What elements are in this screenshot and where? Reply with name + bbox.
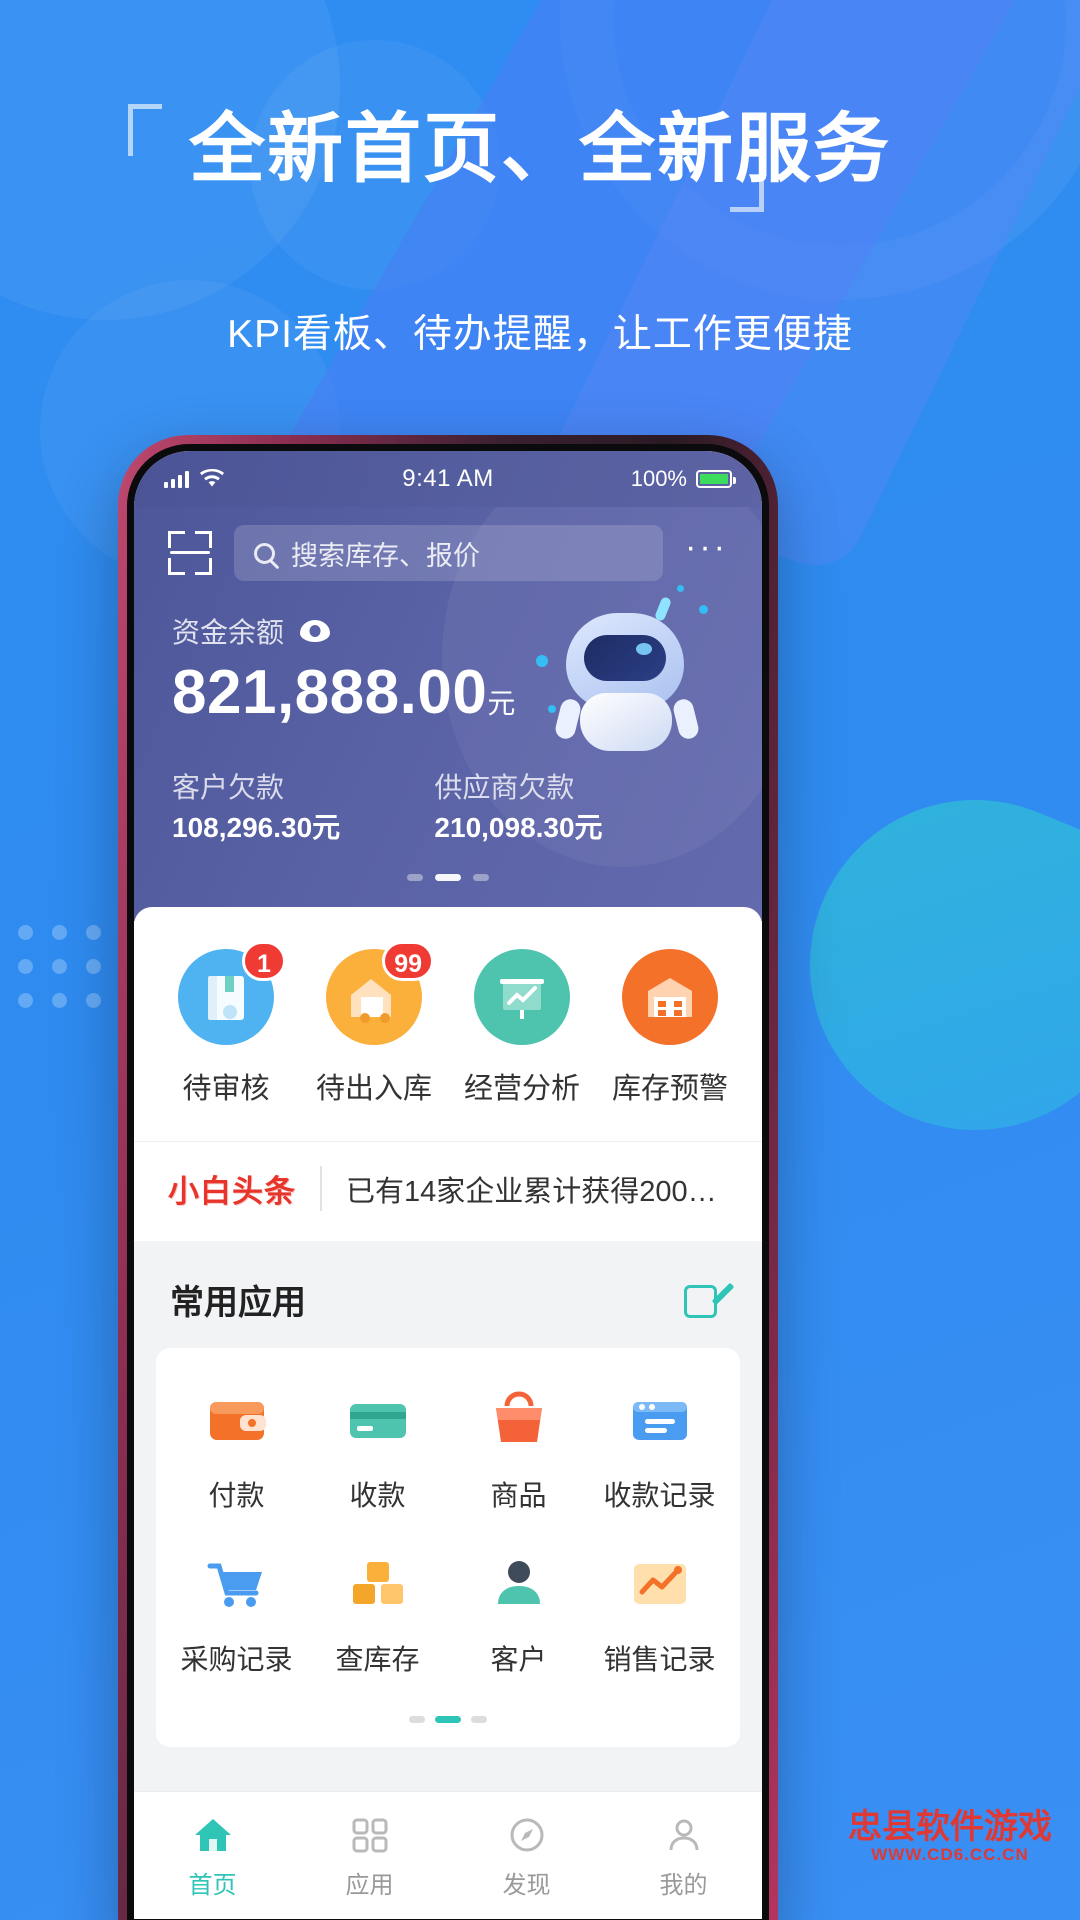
app-label: 收款记录 [603,1480,716,1511]
tab-discover[interactable]: 发现 [448,1811,605,1900]
balance-hero: 搜索库存、报价 ··· 资金余额 821,888.00元 客户欠款108,296… [134,507,762,921]
app-item-purchase-records[interactable]: 采购记录 [166,1546,307,1678]
quick-action-label: 库存预警 [611,1073,728,1105]
search-placeholder: 搜索库存、报价 [291,540,480,571]
compass-icon [448,1811,605,1859]
news-headline: 已有14家企业累计获得2000万的数… [346,1175,728,1208]
tab-label: 我的 [659,1872,708,1899]
watermark: 忠县软件游戏 WWW.CD6.CC.CN [848,1810,1052,1864]
customer-debt-label: 客户欠款 [172,772,285,803]
wifi-icon [200,469,224,487]
tab-home[interactable]: 首页 [134,1811,291,1900]
tab-label: 发现 [502,1872,551,1899]
quick-action-label: 经营分析 [463,1073,580,1105]
apps-row: 付款 收款 商品 收款记录 [166,1382,730,1546]
news-banner[interactable]: 小白头条 已有14家企业累计获得2000万的数… [134,1141,762,1241]
app-item-payment[interactable]: 付款 [166,1382,307,1514]
grid-apps-icon [291,1811,448,1859]
app-item-sales-records[interactable]: 销售记录 [589,1546,730,1678]
app-label: 查库存 [335,1644,420,1675]
balance-label: 资金余额 [172,617,285,648]
tab-label: 首页 [188,1872,237,1899]
phone-bezel: 9:41 AM 100% 搜索库存、报价 ··· 资金余额 821,888.00… [127,444,769,1920]
quick-action-pending-stock[interactable]: 99 待出入库 [300,941,448,1107]
shopping-bag-icon [482,1382,556,1456]
app-label: 商品 [490,1480,547,1511]
quick-action-pending-review[interactable]: 1 待审核 [152,941,300,1107]
status-right: 100% [630,466,736,492]
quick-action-label: 待审核 [182,1073,270,1105]
scan-icon[interactable] [168,531,212,575]
tab-profile[interactable]: 我的 [605,1811,762,1900]
app-label: 收款 [349,1480,406,1511]
customer-debt[interactable]: 客户欠款 108,296.30元 [172,766,434,846]
signal-bars-icon [164,470,189,488]
warehouse-alert-icon [622,949,718,1045]
robot-mascot-icon [536,585,710,765]
common-apps-grid: 付款 收款 商品 收款记录 采购记录 查库存 客户 销售记录 [156,1348,740,1747]
app-label: 销售记录 [603,1644,716,1675]
quick-action-stock-alert[interactable]: 库存预警 [596,949,744,1107]
apps-carousel-dots[interactable] [166,1710,730,1731]
battery-percent-label: 100% [630,466,687,491]
deco-teal-blob [760,750,1080,1180]
page-title: 全新首页、全新服务 [189,107,891,192]
app-item-customer[interactable]: 客户 [448,1546,589,1678]
customer-debt-value: 108,296.30元 [172,812,341,843]
chart-board-icon [474,949,570,1045]
page-subtitle: KPI看板、待办提醒，让工作更便捷 [227,313,853,356]
app-label: 采购记录 [180,1644,293,1675]
badge-count: 99 [382,941,434,981]
status-bar: 9:41 AM 100% [134,451,762,507]
common-apps-header: 常用应用 [134,1241,762,1330]
search-icon [254,542,275,564]
shopping-cart-icon [200,1546,274,1620]
news-logo: 小白头条 [168,1166,322,1211]
apps-row: 采购记录 查库存 客户 销售记录 [166,1546,730,1710]
wallet-icon [200,1382,274,1456]
edit-icon[interactable] [684,1279,735,1321]
tab-apps[interactable]: 应用 [291,1811,448,1900]
quick-action-business-analysis[interactable]: 经营分析 [448,949,596,1107]
eye-icon[interactable] [300,620,331,642]
receipt-card-icon [623,1382,697,1456]
home-icon [134,1811,291,1859]
app-item-receive[interactable]: 收款 [307,1382,448,1514]
profile-icon [605,1811,762,1859]
phone-screen: 9:41 AM 100% 搜索库存、报价 ··· 资金余额 821,888.00… [134,451,762,1919]
tab-label: 应用 [345,1872,394,1899]
bottom-tab-bar: 首页 应用 发现 我的 [134,1791,762,1919]
line-chart-icon [623,1546,697,1620]
status-left [164,469,225,489]
app-label: 付款 [208,1480,265,1511]
watermark-line1: 忠县软件游戏 [848,1808,1052,1847]
section-title: 常用应用 [170,1284,306,1322]
battery-icon [696,470,736,488]
credit-card-icon [341,1382,415,1456]
app-label: 客户 [490,1644,547,1675]
quick-actions: 1 待审核 99 待出入库 经营分析 库存预警 [134,907,762,1141]
balance-amount-value: 821,888.00 [172,658,488,727]
phone-mockup: 9:41 AM 100% 搜索库存、报价 ··· 资金余额 821,888.00… [118,435,778,1920]
user-person-icon [482,1546,556,1620]
badge-count: 1 [242,941,286,981]
quick-action-label: 待出入库 [315,1073,432,1105]
app-item-goods[interactable]: 商品 [448,1382,589,1514]
boxes-icon [341,1546,415,1620]
app-item-receipt-records[interactable]: 收款记录 [589,1382,730,1514]
watermark-line2: WWW.CD6.CC.CN [871,1845,1029,1865]
app-item-check-stock[interactable]: 查库存 [307,1546,448,1678]
